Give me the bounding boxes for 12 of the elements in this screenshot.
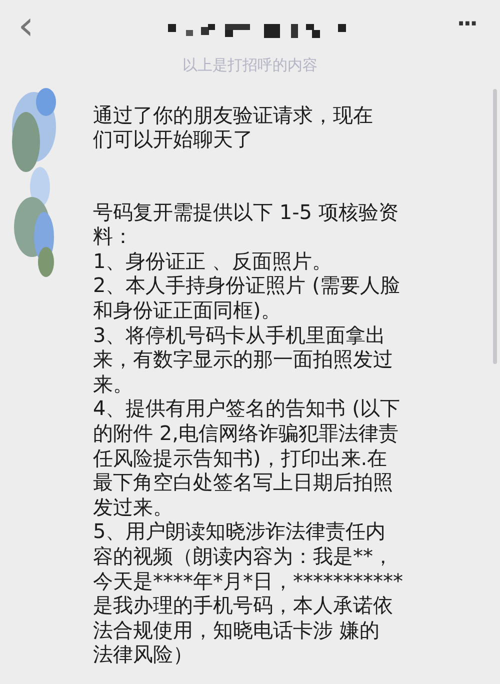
message-text: 4、提供有用户签名的告知书 (以下 的附件 2,电信网络诈骗犯罪法律责 任风险提示告知书)，打印出来.在 最下角空白处签名写上日期后拍照 发过来。 xyxy=(93,396,401,520)
message-text: 通过了你的朋友验证请求，现在 xyxy=(93,102,374,128)
message-text: 5、用户朗读知晓涉诈法律责任内 容的视频（朗读内容为：我是**， 今天是****年*月*日，*********** 是我办理的手机号码，本人承诺依 法合规使用，知晓电话卡涉 嫌的 法律风险） xyxy=(93,519,404,667)
scrollbar[interactable] xyxy=(493,88,497,364)
message-text: 3、将停机号码卡从手机里面拿出 来，有数字显示的那一面拍照发过 来。 xyxy=(93,322,394,396)
more-button[interactable]: ··· xyxy=(450,14,482,36)
system-notice: 以上是打招呼的内容 xyxy=(182,55,318,76)
message-text: 们可以开始聊天了 xyxy=(93,127,254,152)
back-button[interactable]: ‹ xyxy=(12,6,40,46)
message-text: 2、本人手持身份证照片 (需要人脸 和身份证正面同框)。 xyxy=(93,273,401,323)
message-text: 号码复开需提供以下 1-5 项核验资 料： xyxy=(93,200,400,249)
message-text: 1、身份证正 、反面照片。 xyxy=(93,248,334,274)
